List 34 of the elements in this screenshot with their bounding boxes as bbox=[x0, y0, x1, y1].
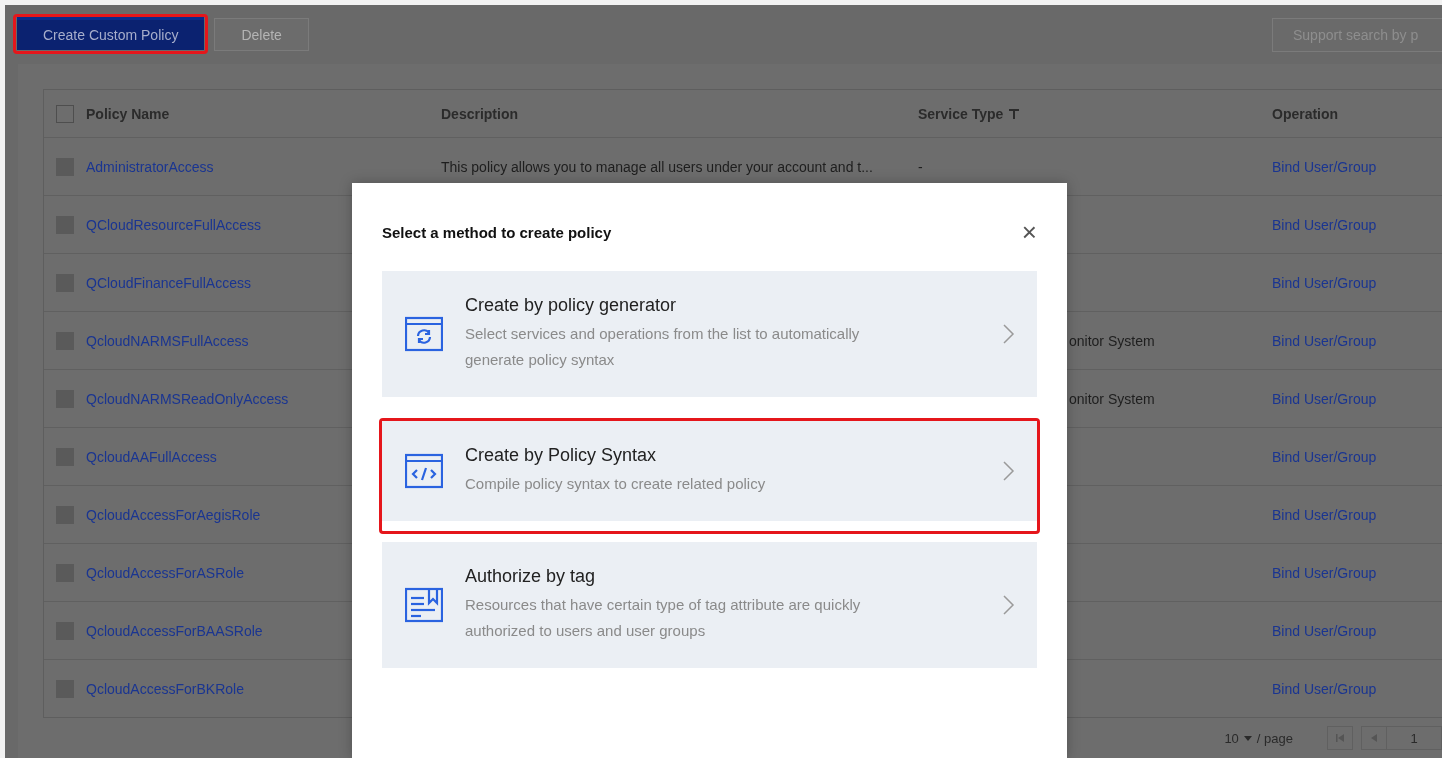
option-description: Select services and operations from the list to automatically generate policy syntax bbox=[465, 324, 861, 370]
option-description: Resources that have certain type of tag attribute are quickly authorized to users and user groups bbox=[465, 595, 862, 641]
option-title: Authorize by tag bbox=[465, 566, 597, 587]
service-type-text: onitor System bbox=[1069, 332, 1155, 349]
column-header: Policy Name bbox=[86, 105, 170, 122]
code-window-icon bbox=[405, 452, 443, 490]
refresh-window-icon bbox=[405, 315, 443, 353]
filter-icon[interactable] bbox=[1009, 108, 1020, 119]
per-page-label: / page bbox=[1256, 730, 1293, 746]
service-type-text: onitor System bbox=[1069, 390, 1155, 407]
column-header: Service Type bbox=[918, 105, 1004, 122]
service-type-text: - bbox=[918, 158, 923, 175]
column-header: Description bbox=[441, 105, 518, 122]
method-option-card[interactable]: Authorize by tag Resources that have certain type of tag attribute are quickly authorized to users and user groups bbox=[382, 542, 1037, 668]
caret-icon[interactable] bbox=[1243, 735, 1252, 741]
checkbox[interactable] bbox=[56, 104, 74, 123]
option-title: Create by Policy Syntax bbox=[465, 445, 658, 466]
column-header: Operation bbox=[1272, 105, 1339, 122]
description-text: This policy allows you to manage all users under your account and t... bbox=[441, 158, 873, 175]
option-description: Compile policy syntax to create related policy bbox=[465, 474, 767, 494]
document-bookmark-icon bbox=[405, 586, 443, 624]
chevron-right-icon bbox=[1003, 461, 1015, 481]
option-title: Create by policy generator bbox=[465, 295, 678, 316]
first-page-icon bbox=[1336, 734, 1344, 742]
previous-page-icon bbox=[1371, 734, 1377, 742]
page-number-field[interactable]: 1 bbox=[1386, 726, 1442, 750]
method-option-card[interactable]: Create by Policy Syntax Compile policy syntax to create related policy bbox=[382, 421, 1037, 521]
method-option-card[interactable]: Create by policy generator Select services and operations from the list to automatically generate policy syntax bbox=[382, 271, 1037, 397]
dialog-title: Select a method to create policy bbox=[382, 223, 612, 241]
close-button[interactable]: × bbox=[1021, 219, 1037, 245]
first-page-button[interactable] bbox=[1327, 726, 1353, 750]
page-size-select[interactable]: 10 bbox=[1224, 730, 1239, 746]
chevron-right-icon bbox=[1003, 595, 1015, 615]
chevron-right-icon bbox=[1003, 324, 1015, 344]
